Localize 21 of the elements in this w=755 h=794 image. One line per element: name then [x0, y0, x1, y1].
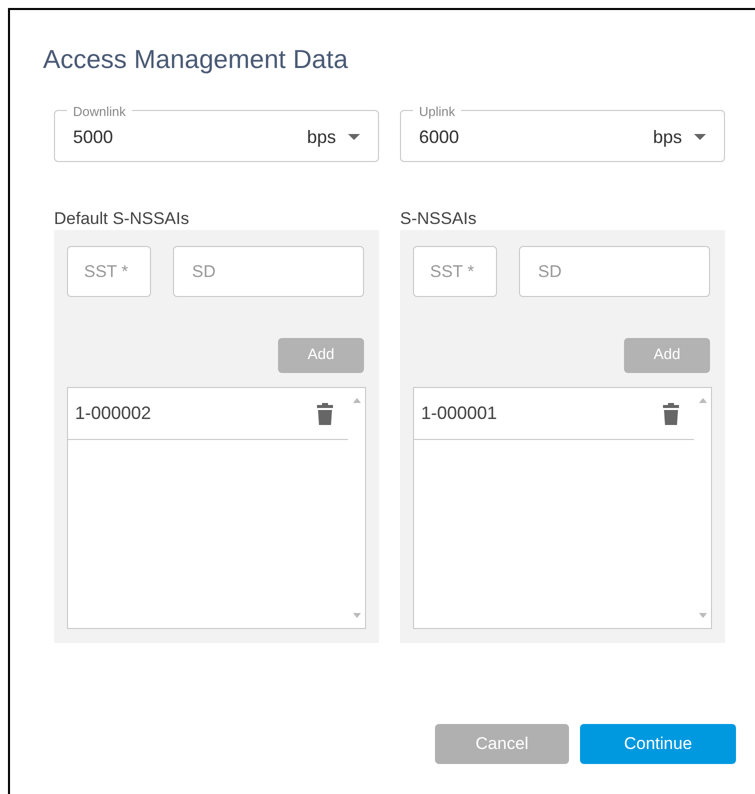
scroll-up-icon[interactable]: [698, 398, 706, 403]
scroll-down-icon[interactable]: [352, 613, 360, 618]
section-title: S-NSSAIs: [400, 208, 478, 230]
list-item[interactable]: 1-000002: [68, 388, 348, 440]
trash-icon[interactable]: [663, 402, 679, 424]
scroll-up-icon[interactable]: [352, 398, 360, 403]
dropdown-caret-icon[interactable]: [694, 134, 706, 140]
section-title: Default S-NSSAIs: [54, 208, 190, 230]
dialog-title: Access Management Data: [43, 44, 349, 74]
sst-field[interactable]: SST *: [413, 246, 497, 297]
field-value: 6000: [419, 126, 460, 148]
scroll-down-icon[interactable]: [698, 613, 706, 618]
dropdown-caret-icon[interactable]: [348, 134, 360, 140]
field-value: 5000: [73, 126, 114, 148]
sd-field[interactable]: SD: [173, 246, 364, 297]
unit-value: bps: [652, 126, 682, 149]
list-item[interactable]: 1-000001: [414, 388, 694, 440]
unit-value: bps: [306, 126, 336, 149]
sd-field[interactable]: SD: [519, 246, 710, 297]
sst-field[interactable]: SST *: [67, 246, 151, 297]
trash-icon[interactable]: [317, 402, 333, 424]
